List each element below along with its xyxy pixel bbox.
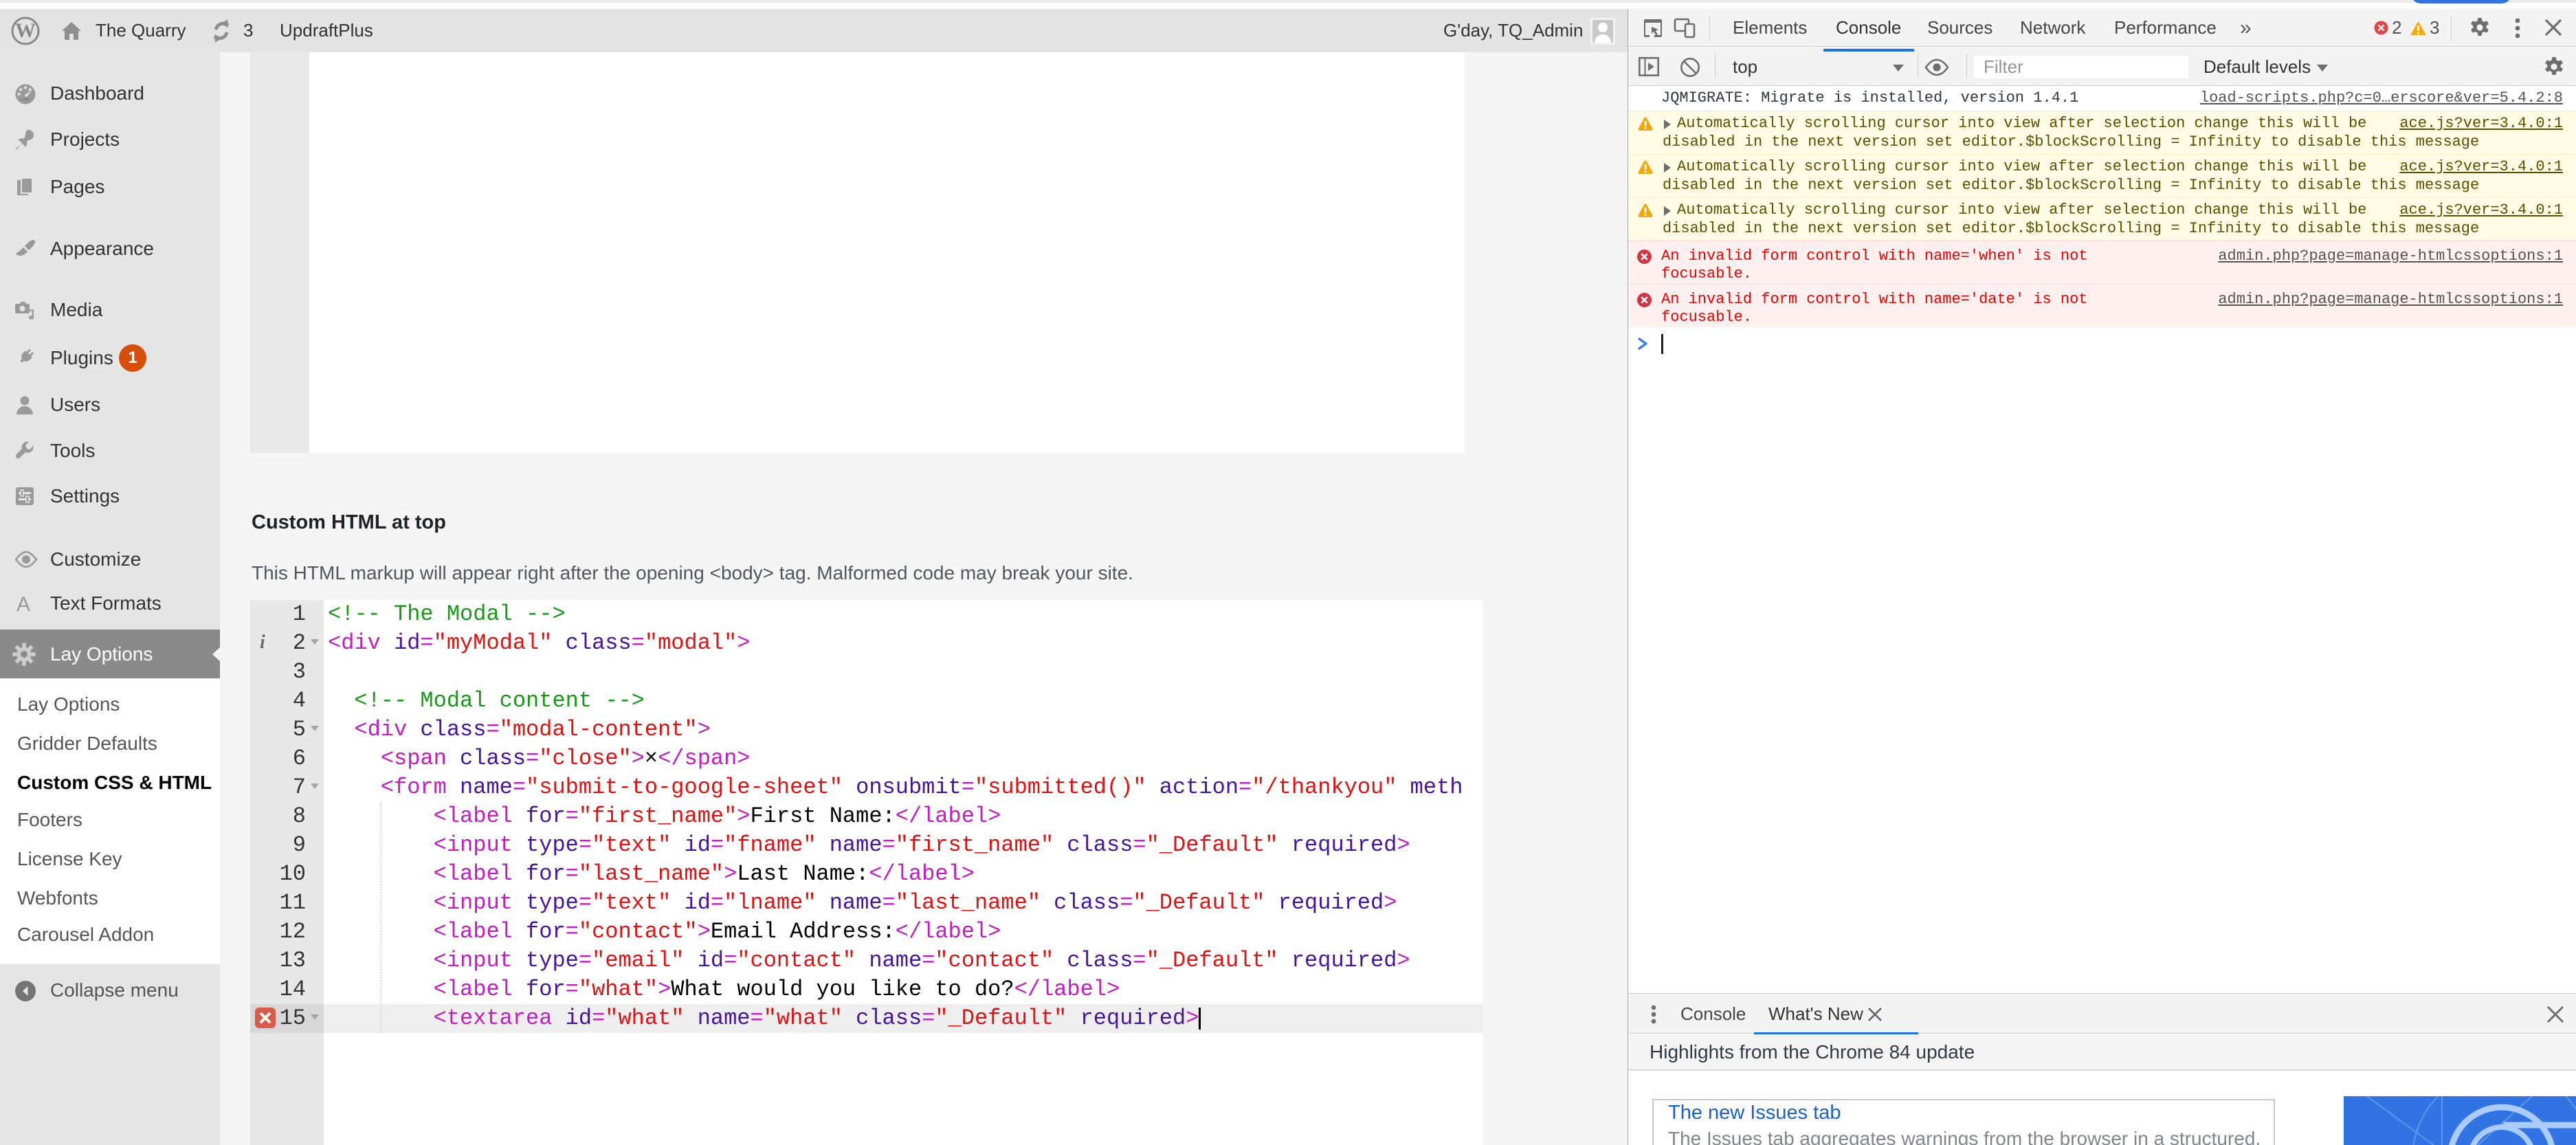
svg-text:W: W [15,19,36,42]
